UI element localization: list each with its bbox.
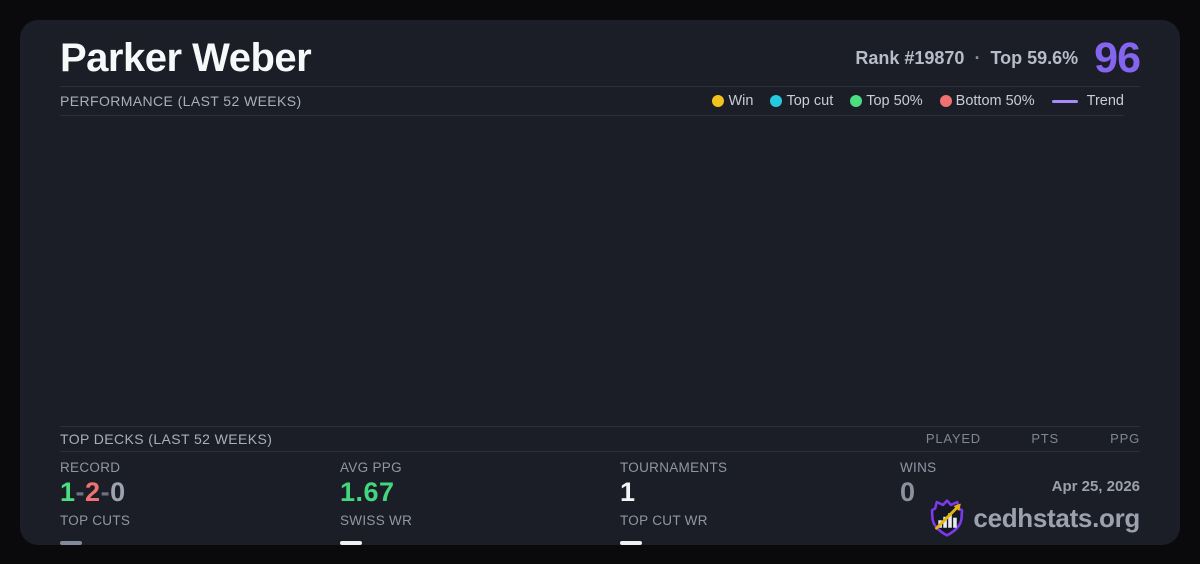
record-label: RECORD	[60, 459, 121, 475]
bottom-50-dot-icon	[939, 95, 952, 107]
column-header-played: PLAYED	[925, 431, 981, 446]
column-header-pts: PTS	[1031, 431, 1059, 446]
brand-row: cedhstats.org	[929, 498, 1140, 538]
win-dot-icon	[712, 95, 725, 107]
swiss-wr-empty-dash	[340, 540, 362, 545]
chart-legend: Win Top cut Top 50% Bottom 50% Trend	[712, 93, 1124, 109]
top-decks-title: TOP DECKS (LAST 52 WEEKS)	[60, 430, 273, 447]
top-cut-wr-label: TOP CUT WR	[620, 512, 708, 528]
top-cut-dot-icon	[770, 95, 783, 107]
legend-label-bottom-50: Bottom 50%	[955, 93, 1035, 109]
performance-section-header: PERFORMANCE (LAST 52 WEEKS) Win Top cut …	[60, 87, 1124, 116]
tournaments-label: TOURNAMENTS	[620, 459, 728, 475]
record-losses: 2	[85, 476, 101, 507]
rank-label: Rank #19870	[855, 47, 965, 68]
wins-label: WINS	[900, 459, 937, 475]
record-wins: 1	[60, 476, 76, 507]
legend-label-top-50: Top 50%	[866, 93, 923, 109]
legend-item-win: Win	[712, 93, 753, 109]
top-percent-label: Top 59.6%	[990, 47, 1079, 68]
legend-item-bottom-50: Bottom 50%	[939, 93, 1035, 109]
legend-item-top-50: Top 50%	[850, 93, 923, 109]
card-footer: Apr 25, 2026 cedhstats.org	[929, 478, 1140, 538]
stat-avg-ppg: AVG PPG 1.67 SWISS WR	[340, 459, 620, 545]
legend-label-trend: Trend	[1086, 93, 1124, 109]
legend-item-trend: Trend	[1051, 93, 1124, 109]
player-name: Parker Weber	[60, 35, 312, 80]
generated-date: Apr 25, 2026	[1051, 478, 1140, 495]
dot-separator: ·	[974, 47, 981, 68]
card-header: Parker Weber Rank #19870 · Top 59.6% 96	[20, 20, 1180, 86]
column-header-ppg: PPG	[1110, 431, 1140, 446]
cedhstats-logo-icon	[931, 499, 964, 537]
top-decks-section-header: TOP DECKS (LAST 52 WEEKS) PLAYED PTS PPG	[60, 425, 1140, 452]
record-value: 1-2-0	[60, 477, 340, 507]
player-score: 96	[1094, 33, 1141, 82]
legend-item-top-cut: Top cut	[770, 93, 833, 109]
swiss-wr-label: SWISS WR	[340, 512, 413, 528]
avg-ppg-label: AVG PPG	[340, 459, 402, 475]
top-decks-column-headers: PLAYED PTS PPG	[926, 431, 1140, 446]
top-cut-wr-empty-dash	[620, 540, 642, 545]
rank-summary: Rank #19870 · Top 59.6% 96	[855, 33, 1141, 83]
tournaments-value: 1	[620, 476, 636, 507]
record-draws: 0	[110, 476, 126, 507]
stat-record: RECORD 1-2-0 TOP CUTS	[60, 459, 340, 545]
trend-line-icon	[1051, 99, 1078, 103]
avg-ppg-value: 1.67	[340, 476, 395, 507]
legend-label-win: Win	[728, 93, 754, 109]
top-cuts-empty-dash	[60, 540, 82, 545]
performance-chart-area	[20, 116, 1180, 426]
player-stats-card: Parker Weber Rank #19870 · Top 59.6% 96 …	[20, 20, 1180, 545]
site-name: cedhstats.org	[973, 502, 1140, 533]
top-cuts-label: TOP CUTS	[60, 512, 131, 528]
top-50-dot-icon	[850, 95, 863, 107]
performance-title: PERFORMANCE (LAST 52 WEEKS)	[60, 93, 302, 109]
legend-label-top-cut: Top cut	[786, 93, 834, 109]
record-separator: -	[75, 476, 86, 507]
stat-tournaments: TOURNAMENTS 1 TOP CUT WR	[620, 459, 900, 545]
record-separator: -	[100, 476, 111, 507]
